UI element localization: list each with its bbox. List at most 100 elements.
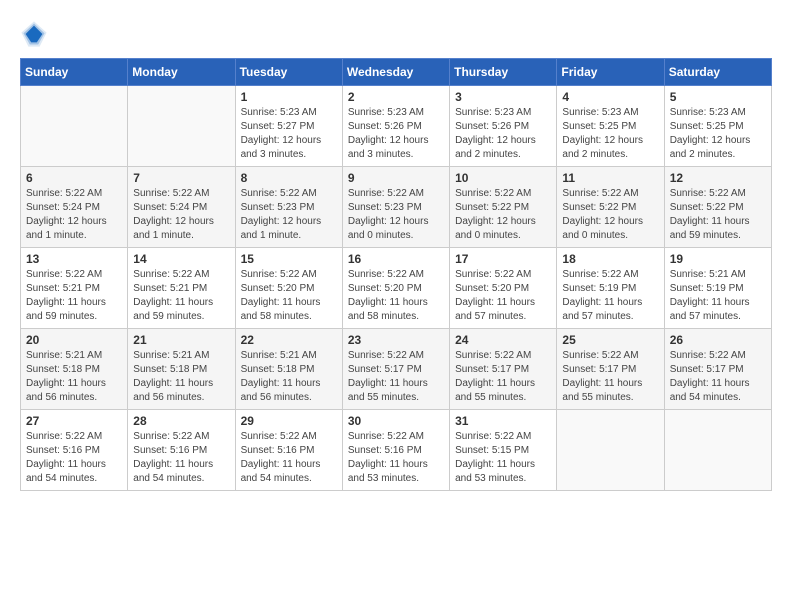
day-number: 11	[562, 171, 658, 185]
day-content: Sunrise: 5:21 AM Sunset: 5:18 PM Dayligh…	[133, 349, 229, 405]
day-content: Sunrise: 5:22 AM Sunset: 5:17 PM Dayligh…	[670, 349, 766, 405]
day-content: Sunrise: 5:22 AM Sunset: 5:20 PM Dayligh…	[348, 268, 444, 324]
week-row-4: 20Sunrise: 5:21 AM Sunset: 5:18 PM Dayli…	[21, 329, 772, 410]
calendar-cell: 19 Sunrise: 5:21 AM Sunset: 5:19 PM Dayli…	[664, 248, 771, 329]
day-number: 17	[455, 252, 551, 266]
day-content: Sunrise: 5:22 AM Sunset: 5:22 PM Dayligh…	[562, 187, 658, 243]
day-content: Sunrise: 5:22 AM Sunset: 5:23 PM Dayligh…	[241, 187, 337, 243]
day-number: 10	[455, 171, 551, 185]
day-number: 27	[26, 414, 122, 428]
day-number: 22	[241, 333, 337, 347]
day-number: 30	[348, 414, 444, 428]
calendar-cell: 4 Sunrise: 5:23 AM Sunset: 5:25 PM Daylig…	[557, 86, 664, 167]
day-number: 8	[241, 171, 337, 185]
day-content: Sunrise: 5:22 AM Sunset: 5:16 PM Dayligh…	[241, 430, 337, 486]
day-content: Sunrise: 5:22 AM Sunset: 5:21 PM Dayligh…	[133, 268, 229, 324]
calendar-cell: 24Sunrise: 5:22 AM Sunset: 5:17 PM Dayli…	[450, 329, 557, 410]
day-content: Sunrise: 5:23 AM Sunset: 5:25 PM Dayligh…	[562, 106, 658, 162]
calendar-cell: 2 Sunrise: 5:23 AM Sunset: 5:26 PM Daylig…	[342, 86, 449, 167]
week-row-5: 27 Sunrise: 5:22 AM Sunset: 5:16 PM Dayli…	[21, 410, 772, 491]
calendar-cell	[128, 86, 235, 167]
calendar-cell: 17 Sunrise: 5:22 AM Sunset: 5:20 PM Dayli…	[450, 248, 557, 329]
day-number: 25	[562, 333, 658, 347]
day-number: 6	[26, 171, 122, 185]
calendar-cell: 21 Sunrise: 5:21 AM Sunset: 5:18 PM Dayli…	[128, 329, 235, 410]
day-content: Sunrise: 5:22 AM Sunset: 5:22 PM Dayligh…	[455, 187, 551, 243]
day-number: 7	[133, 171, 229, 185]
day-content: Sunrise: 5:21 AM Sunset: 5:19 PM Dayligh…	[670, 268, 766, 324]
calendar-cell: 5 Sunrise: 5:23 AM Sunset: 5:25 PM Daylig…	[664, 86, 771, 167]
calendar-cell: 14Sunrise: 5:22 AM Sunset: 5:21 PM Dayli…	[128, 248, 235, 329]
day-number: 13	[26, 252, 122, 266]
day-number: 18	[562, 252, 658, 266]
day-number: 4	[562, 90, 658, 104]
calendar-cell: 30 Sunrise: 5:22 AM Sunset: 5:16 PM Dayli…	[342, 410, 449, 491]
day-content: Sunrise: 5:22 AM Sunset: 5:16 PM Dayligh…	[348, 430, 444, 486]
day-number: 24	[455, 333, 551, 347]
calendar-cell: 6 Sunrise: 5:22 AM Sunset: 5:24 PM Daylig…	[21, 167, 128, 248]
weekday-header-friday: Friday	[557, 59, 664, 86]
logo	[20, 20, 52, 48]
day-content: Sunrise: 5:21 AM Sunset: 5:18 PM Dayligh…	[26, 349, 122, 405]
weekday-header-thursday: Thursday	[450, 59, 557, 86]
calendar-cell: 18 Sunrise: 5:22 AM Sunset: 5:19 PM Dayli…	[557, 248, 664, 329]
calendar-cell	[557, 410, 664, 491]
day-content: Sunrise: 5:22 AM Sunset: 5:23 PM Dayligh…	[348, 187, 444, 243]
calendar-cell: 25 Sunrise: 5:22 AM Sunset: 5:17 PM Dayli…	[557, 329, 664, 410]
calendar-cell: 13 Sunrise: 5:22 AM Sunset: 5:21 PM Dayli…	[21, 248, 128, 329]
day-number: 5	[670, 90, 766, 104]
day-content: Sunrise: 5:22 AM Sunset: 5:17 PM Dayligh…	[562, 349, 658, 405]
day-content: Sunrise: 5:23 AM Sunset: 5:27 PM Dayligh…	[241, 106, 337, 162]
day-number: 26	[670, 333, 766, 347]
weekday-header-saturday: Saturday	[664, 59, 771, 86]
weekday-header-tuesday: Tuesday	[235, 59, 342, 86]
day-content: Sunrise: 5:21 AM Sunset: 5:18 PM Dayligh…	[241, 349, 337, 405]
day-content: Sunrise: 5:22 AM Sunset: 5:22 PM Dayligh…	[670, 187, 766, 243]
calendar-cell: 3Sunrise: 5:23 AM Sunset: 5:26 PM Daylig…	[450, 86, 557, 167]
day-content: Sunrise: 5:22 AM Sunset: 5:16 PM Dayligh…	[26, 430, 122, 486]
calendar-cell: 16 Sunrise: 5:22 AM Sunset: 5:20 PM Dayli…	[342, 248, 449, 329]
day-content: Sunrise: 5:22 AM Sunset: 5:24 PM Dayligh…	[26, 187, 122, 243]
day-content: Sunrise: 5:22 AM Sunset: 5:15 PM Dayligh…	[455, 430, 551, 486]
day-number: 16	[348, 252, 444, 266]
calendar-cell: 11 Sunrise: 5:22 AM Sunset: 5:22 PM Dayli…	[557, 167, 664, 248]
calendar-cell: 28 Sunrise: 5:22 AM Sunset: 5:16 PM Dayli…	[128, 410, 235, 491]
day-content: Sunrise: 5:23 AM Sunset: 5:26 PM Dayligh…	[348, 106, 444, 162]
page-header	[20, 20, 772, 48]
day-content: Sunrise: 5:23 AM Sunset: 5:25 PM Dayligh…	[670, 106, 766, 162]
calendar-cell: 1 Sunrise: 5:23 AM Sunset: 5:27 PM Daylig…	[235, 86, 342, 167]
calendar-cell: 23Sunrise: 5:22 AM Sunset: 5:17 PM Dayli…	[342, 329, 449, 410]
day-number: 12	[670, 171, 766, 185]
day-content: Sunrise: 5:22 AM Sunset: 5:20 PM Dayligh…	[241, 268, 337, 324]
calendar-cell: 31 Sunrise: 5:22 AM Sunset: 5:15 PM Dayli…	[450, 410, 557, 491]
day-content: Sunrise: 5:22 AM Sunset: 5:16 PM Dayligh…	[133, 430, 229, 486]
calendar-cell	[664, 410, 771, 491]
day-number: 21	[133, 333, 229, 347]
day-number: 19	[670, 252, 766, 266]
weekday-header-sunday: Sunday	[21, 59, 128, 86]
calendar-cell: 29Sunrise: 5:22 AM Sunset: 5:16 PM Dayli…	[235, 410, 342, 491]
calendar-cell: 22 Sunrise: 5:21 AM Sunset: 5:18 PM Dayli…	[235, 329, 342, 410]
calendar-cell: 12 Sunrise: 5:22 AM Sunset: 5:22 PM Dayli…	[664, 167, 771, 248]
day-number: 9	[348, 171, 444, 185]
calendar-cell	[21, 86, 128, 167]
calendar-cell: 15Sunrise: 5:22 AM Sunset: 5:20 PM Dayli…	[235, 248, 342, 329]
day-number: 1	[241, 90, 337, 104]
day-content: Sunrise: 5:23 AM Sunset: 5:26 PM Dayligh…	[455, 106, 551, 162]
calendar-cell: 20Sunrise: 5:21 AM Sunset: 5:18 PM Dayli…	[21, 329, 128, 410]
day-content: Sunrise: 5:22 AM Sunset: 5:24 PM Dayligh…	[133, 187, 229, 243]
day-number: 31	[455, 414, 551, 428]
calendar-cell: 8 Sunrise: 5:22 AM Sunset: 5:23 PM Daylig…	[235, 167, 342, 248]
week-row-2: 6 Sunrise: 5:22 AM Sunset: 5:24 PM Daylig…	[21, 167, 772, 248]
day-number: 28	[133, 414, 229, 428]
calendar-cell: 9 Sunrise: 5:22 AM Sunset: 5:23 PM Daylig…	[342, 167, 449, 248]
weekday-header-wednesday: Wednesday	[342, 59, 449, 86]
calendar-cell: 7 Sunrise: 5:22 AM Sunset: 5:24 PM Daylig…	[128, 167, 235, 248]
day-content: Sunrise: 5:22 AM Sunset: 5:21 PM Dayligh…	[26, 268, 122, 324]
week-row-1: 1 Sunrise: 5:23 AM Sunset: 5:27 PM Daylig…	[21, 86, 772, 167]
day-content: Sunrise: 5:22 AM Sunset: 5:20 PM Dayligh…	[455, 268, 551, 324]
day-content: Sunrise: 5:22 AM Sunset: 5:19 PM Dayligh…	[562, 268, 658, 324]
day-number: 2	[348, 90, 444, 104]
header-row: SundayMondayTuesdayWednesdayThursdayFrid…	[21, 59, 772, 86]
calendar-table: SundayMondayTuesdayWednesdayThursdayFrid…	[20, 58, 772, 491]
